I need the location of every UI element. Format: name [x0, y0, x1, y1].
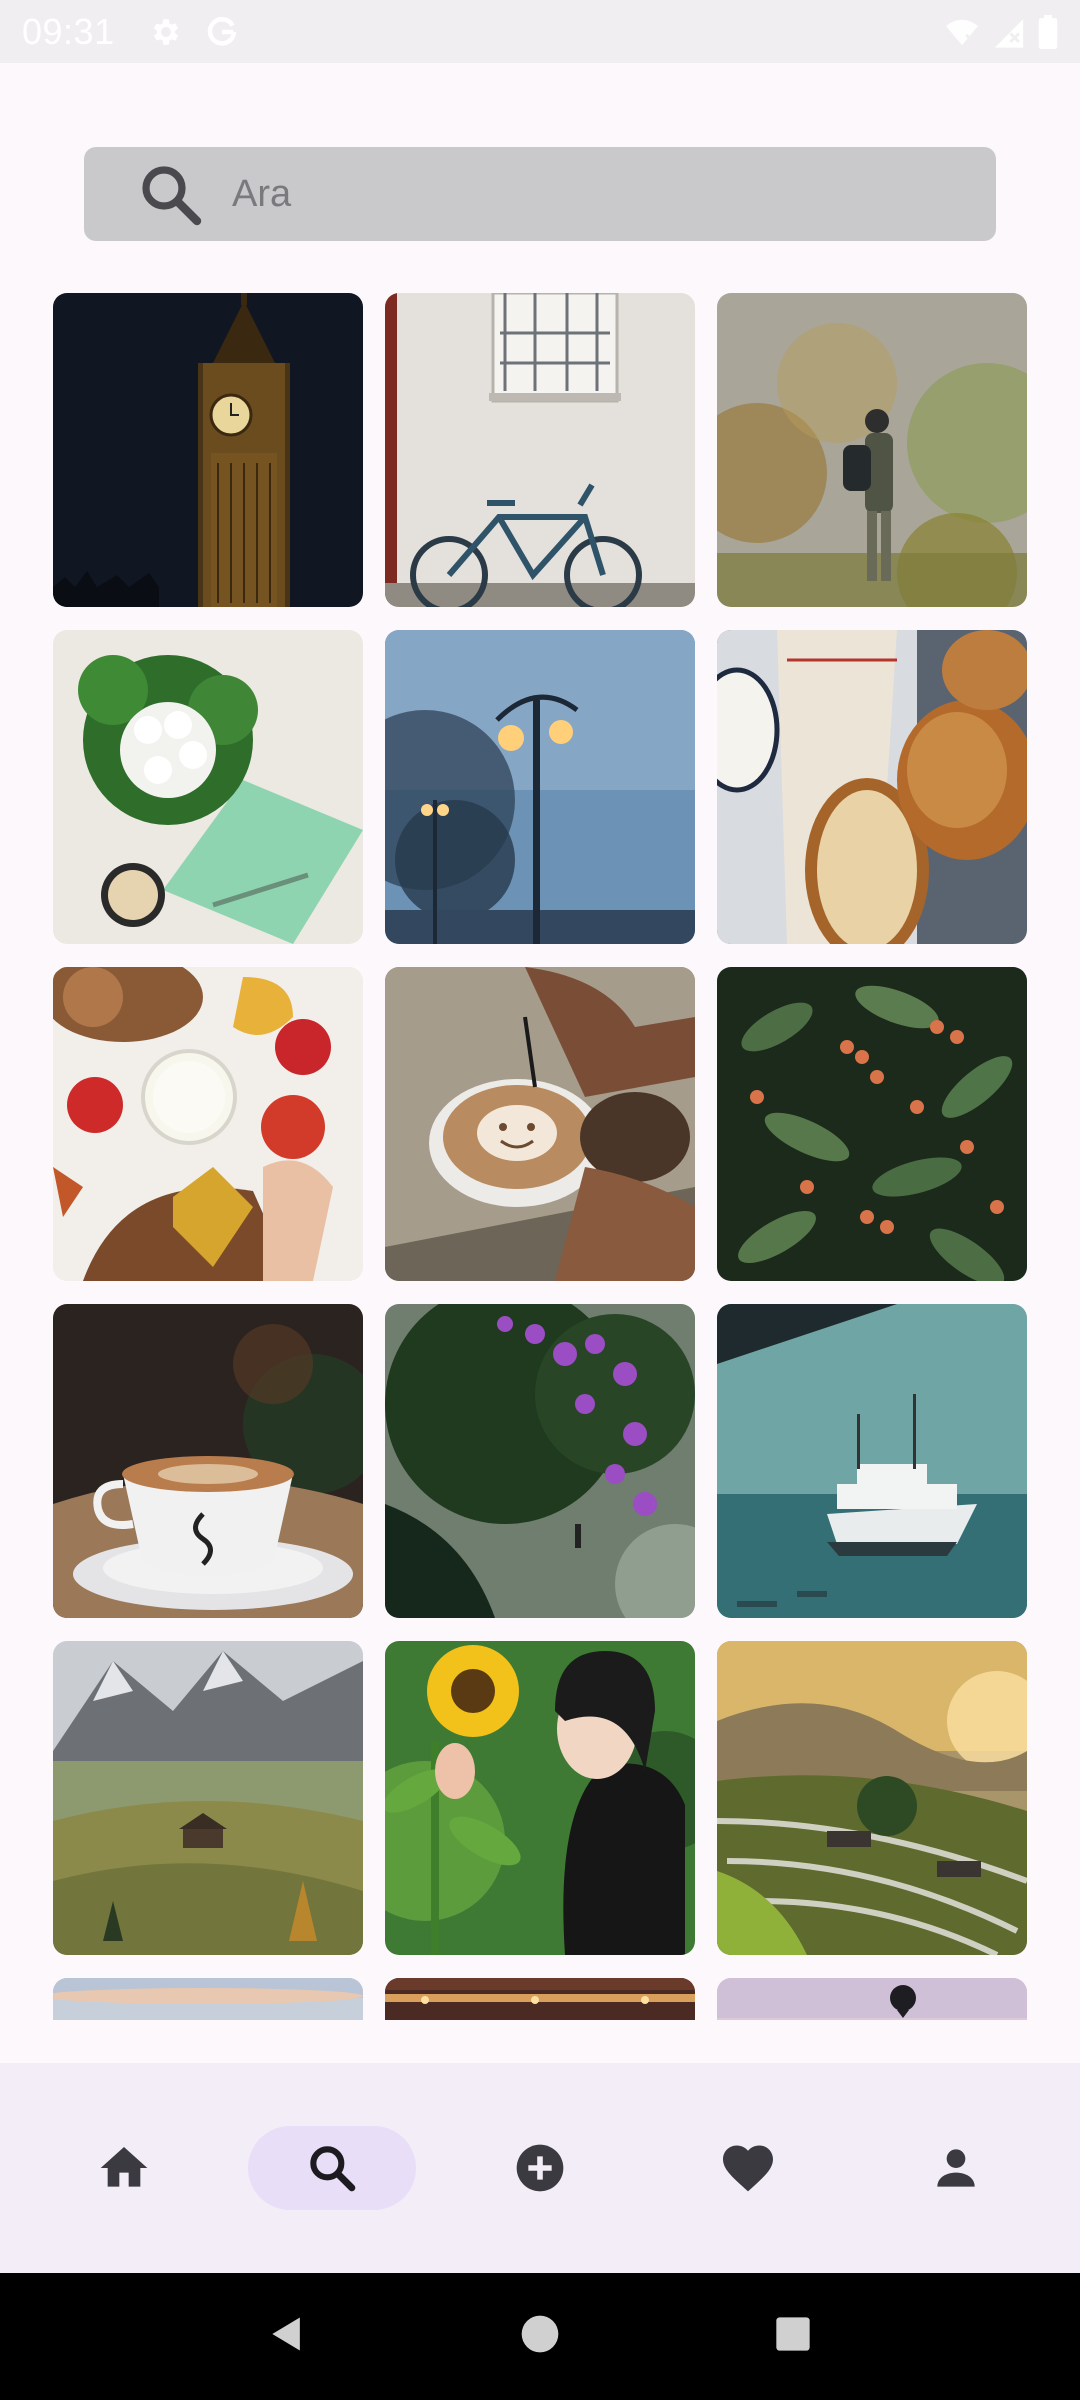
- gear-icon: [149, 15, 183, 49]
- mountain-meadow-image: [53, 1641, 363, 1955]
- photo-tile-latte-art[interactable]: [385, 967, 695, 1281]
- person-icon: [928, 2140, 984, 2196]
- status-icons-left: [149, 15, 239, 49]
- photo-tile-bicycle[interactable]: [385, 293, 695, 607]
- photo-tile-apples[interactable]: [53, 967, 363, 1281]
- photo-tile-purple-tree[interactable]: [385, 1304, 695, 1618]
- signal-off-icon: [992, 16, 1026, 48]
- photo-tile-sunflower[interactable]: [385, 1641, 695, 1955]
- status-bar: 09:31: [0, 0, 1080, 63]
- nav-profile[interactable]: [872, 2126, 1040, 2210]
- search-icon: [304, 2140, 360, 2196]
- woman-sunflower-image: [385, 1641, 695, 1955]
- bread-image: [717, 630, 1027, 944]
- system-recents-button[interactable]: [748, 2292, 838, 2382]
- photo-tile-flowers[interactable]: [53, 630, 363, 944]
- nav-search[interactable]: [248, 2126, 416, 2210]
- photo-tile-big-ben[interactable]: [53, 293, 363, 607]
- home-icon: [96, 2140, 152, 2196]
- photo-tile-warm-interior[interactable]: [385, 1978, 695, 2020]
- berry-tree-image: [717, 967, 1027, 1281]
- photo-tile-pastel-sky[interactable]: [53, 1978, 363, 2020]
- back-icon: [265, 2312, 309, 2361]
- add-circle-icon: [512, 2140, 568, 2196]
- pastel-sky-image: [53, 1978, 363, 2020]
- search-input[interactable]: [232, 172, 932, 216]
- photo-tile-coffee-cup[interactable]: [53, 1304, 363, 1618]
- heart-icon: [718, 2138, 778, 2198]
- ferry-sea-image: [717, 1304, 1027, 1618]
- battery-icon: [1038, 14, 1058, 49]
- status-time: 09:31: [22, 10, 115, 52]
- hiker-forest-image: [717, 293, 1027, 607]
- status-icons-right: [944, 14, 1058, 49]
- big-ben-image: [53, 293, 363, 607]
- hot-air-balloon-image: [717, 1978, 1027, 2020]
- photo-tile-hiker[interactable]: [717, 293, 1027, 607]
- purple-tree-image: [385, 1304, 695, 1618]
- latte-art-image: [385, 967, 695, 1281]
- home-circle-icon: [520, 2314, 560, 2359]
- street-lamp-image: [385, 630, 695, 944]
- photo-tile-rice-terraces[interactable]: [717, 1641, 1027, 1955]
- system-navigation-bar: [0, 2273, 1080, 2400]
- warm-interior-image: [385, 1978, 695, 2020]
- nav-favorites[interactable]: [664, 2126, 832, 2210]
- photo-tile-mountain-meadow[interactable]: [53, 1641, 363, 1955]
- flowers-coffee-image: [53, 630, 363, 944]
- photo-tile-bread[interactable]: [717, 630, 1027, 944]
- nav-add[interactable]: [456, 2126, 624, 2210]
- system-back-button[interactable]: [242, 2292, 332, 2382]
- photo-grid: [53, 293, 1027, 2020]
- system-home-button[interactable]: [495, 2292, 585, 2382]
- search-bar[interactable]: [84, 147, 996, 241]
- search-screen: 09:31: [0, 0, 1080, 2400]
- wifi-off-icon: [944, 16, 980, 48]
- photo-tile-street-lamp[interactable]: [385, 630, 695, 944]
- google-g-icon: [205, 15, 239, 49]
- recents-square-icon: [773, 2314, 813, 2359]
- photo-grid-viewport[interactable]: [0, 270, 1080, 2020]
- coffee-cup-image: [53, 1304, 363, 1618]
- photo-tile-balloon[interactable]: [717, 1978, 1027, 2020]
- search-icon: [134, 158, 206, 230]
- photo-tile-berry-tree[interactable]: [717, 967, 1027, 1281]
- rice-terraces-image: [717, 1641, 1027, 1955]
- photo-tile-ferry[interactable]: [717, 1304, 1027, 1618]
- nav-home[interactable]: [40, 2126, 208, 2210]
- apples-milk-image: [53, 967, 363, 1281]
- bicycle-wall-image: [385, 293, 695, 607]
- bottom-navigation: [0, 2063, 1080, 2273]
